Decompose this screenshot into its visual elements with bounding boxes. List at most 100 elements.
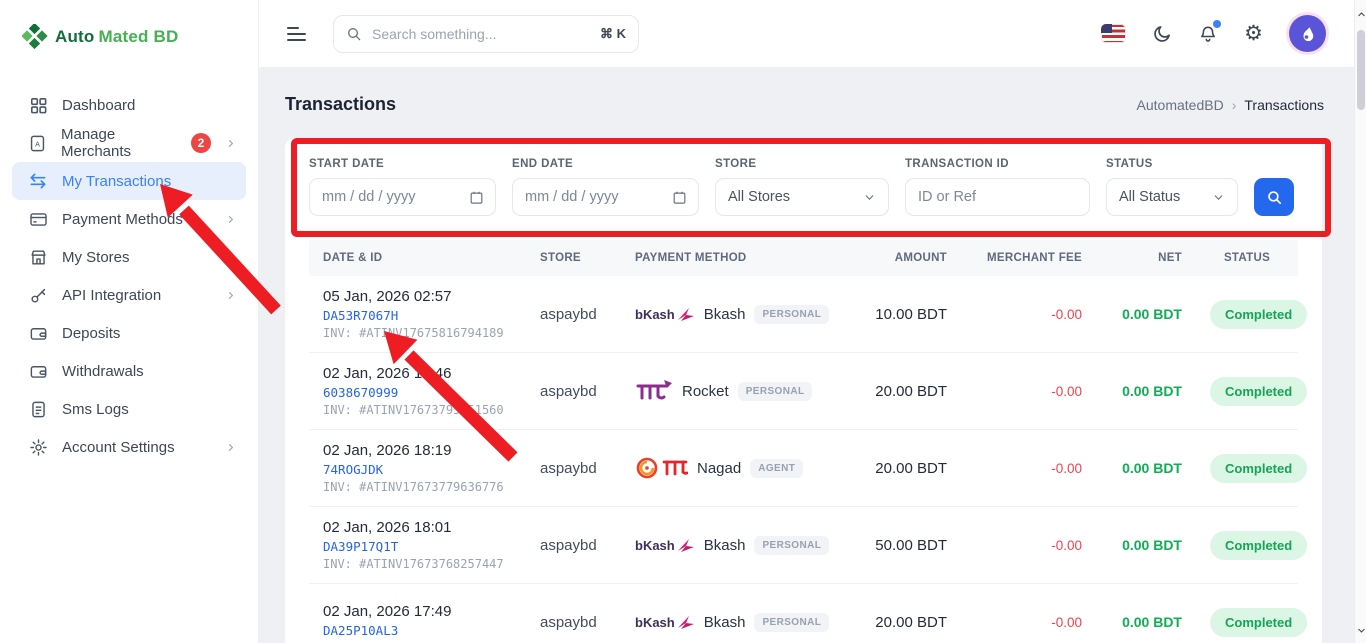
scrollbar-thumb[interactable]: [1357, 30, 1365, 110]
chevron-right-icon: [225, 442, 236, 453]
language-flag-icon[interactable]: [1101, 24, 1126, 43]
notifications-bell-icon[interactable]: [1198, 24, 1218, 44]
transactions-card: START DATE END DATE: [285, 138, 1322, 643]
sidebar-item-payment-methods[interactable]: Payment Methods: [12, 200, 246, 238]
txn-invoice: INV: #ATINV17675816794189: [323, 326, 512, 340]
txn-amount: 10.00 BDT: [861, 306, 961, 323]
method-type-badge: PERSONAL: [754, 613, 829, 632]
txn-invoice: INV: #ATINV17673779636776: [323, 480, 512, 494]
settings-gear-icon[interactable]: ⚙: [1244, 23, 1263, 44]
sidebar-item-label: Deposits: [62, 325, 120, 342]
store-select-value: All Stores: [728, 189, 790, 205]
txn-amount: 50.00 BDT: [861, 537, 961, 554]
txn-fee: -0.00: [961, 538, 1096, 553]
sms-logs-icon: [28, 399, 48, 419]
main-content: Transactions AutomatedBD › Transactions …: [259, 68, 1354, 643]
txn-id-link[interactable]: DA25P10AL3: [323, 623, 512, 638]
sidebar-item-my-stores[interactable]: My Stores: [12, 238, 246, 276]
method-name: Bkash: [704, 614, 746, 631]
filter-bar: START DATE END DATE: [309, 158, 1298, 216]
sidebar-item-api-integration[interactable]: API Integration: [12, 276, 246, 314]
sidebar-item-deposits[interactable]: Deposits: [12, 314, 246, 352]
chevron-right-icon: [225, 214, 236, 225]
sidebar-nav: Dashboard A Manage Merchants 2 My Transa…: [0, 86, 258, 466]
rocket-logo: [635, 379, 673, 403]
transaction-id-input[interactable]: [918, 189, 1077, 205]
user-avatar[interactable]: [1289, 15, 1326, 52]
col-date-id: DATE & ID: [309, 252, 526, 264]
search-input[interactable]: [372, 26, 590, 42]
merchants-icon: A: [28, 133, 47, 153]
chevron-down-icon: [863, 191, 876, 204]
status-select[interactable]: All Status: [1106, 178, 1238, 216]
topbar-actions: ⚙: [1101, 15, 1326, 52]
txn-date: 02 Jan, 2026 18:01: [323, 519, 512, 536]
dark-mode-moon-icon[interactable]: [1152, 24, 1172, 44]
table-row[interactable]: 05 Jan, 2026 02:57 DA53R7067H INV: #ATIN…: [309, 276, 1298, 353]
col-net: NET: [1096, 252, 1196, 264]
txn-id-link[interactable]: DA39P17Q1T: [323, 539, 512, 554]
txn-net: 0.00 BDT: [1096, 383, 1196, 399]
method-name: Nagad: [697, 460, 741, 477]
sidebar-item-label: Sms Logs: [62, 401, 129, 418]
hamburger-menu-icon[interactable]: [287, 27, 309, 41]
deposits-wallet-icon: [28, 323, 48, 343]
merchants-count-badge: 2: [191, 133, 211, 153]
chevron-down-icon: [1212, 191, 1225, 204]
txn-date: 02 Jan, 2026 18:46: [323, 365, 512, 382]
calendar-icon[interactable]: [672, 190, 687, 205]
sidebar-item-manage-merchants[interactable]: A Manage Merchants 2: [12, 124, 246, 162]
sidebar-item-sms-logs[interactable]: Sms Logs: [12, 390, 246, 428]
chevron-right-icon: [225, 290, 236, 301]
end-date-filter: END DATE: [512, 158, 699, 216]
transaction-id-label: TRANSACTION ID: [905, 158, 1090, 170]
nagad-logo: [635, 456, 688, 480]
sidebar-item-my-transactions[interactable]: My Transactions: [12, 162, 246, 200]
end-date-input[interactable]: [525, 189, 686, 205]
sidebar-item-label: Withdrawals: [62, 363, 144, 380]
txn-id-link[interactable]: DA53R7067H: [323, 308, 512, 323]
sidebar: AutoMated BD Dashboard A Manage Merchant…: [0, 0, 259, 643]
withdrawals-wallet-icon: [28, 361, 48, 381]
search-shortcut: ⌘ K: [600, 26, 626, 42]
filter-search-button[interactable]: [1254, 178, 1294, 216]
brand-icon: [22, 24, 48, 50]
settings-gear-icon: [28, 437, 48, 457]
txn-fee: -0.00: [961, 384, 1096, 399]
store-filter: STORE All Stores: [715, 158, 889, 216]
scroll-down-icon[interactable]: [1355, 626, 1366, 635]
calendar-icon[interactable]: [469, 190, 484, 205]
global-search[interactable]: ⌘ K: [333, 15, 639, 53]
col-status: STATUS: [1196, 252, 1298, 264]
txn-invoice: INV: #ATINV17673768257447: [323, 557, 512, 571]
col-store: STORE: [526, 252, 621, 264]
scroll-up-icon[interactable]: [1355, 10, 1366, 19]
sidebar-item-account-settings[interactable]: Account Settings: [12, 428, 246, 466]
table-row[interactable]: 02 Jan, 2026 18:19 74ROGJDK INV: #ATINV1…: [309, 430, 1298, 507]
table-row[interactable]: 02 Jan, 2026 17:49 DA25P10AL3 aspaybd bK…: [309, 584, 1298, 643]
transactions-table: DATE & ID STORE PAYMENT METHOD AMOUNT ME…: [309, 240, 1298, 643]
txn-amount: 20.00 BDT: [861, 614, 961, 631]
txn-store: aspaybd: [526, 306, 621, 323]
txn-id-link[interactable]: 74ROGJDK: [323, 462, 512, 477]
txn-net: 0.00 BDT: [1096, 614, 1196, 630]
store-select[interactable]: All Stores: [715, 178, 889, 216]
txn-store: aspaybd: [526, 614, 621, 631]
txn-id-link[interactable]: 6038670999: [323, 385, 512, 400]
breadcrumb-parent[interactable]: AutomatedBD: [1137, 97, 1224, 113]
sidebar-item-label: Payment Methods: [62, 211, 183, 228]
table-row[interactable]: 02 Jan, 2026 18:46 6038670999 INV: #ATIN…: [309, 353, 1298, 430]
end-date-label: END DATE: [512, 158, 699, 170]
table-row[interactable]: 02 Jan, 2026 18:01 DA39P17Q1T INV: #ATIN…: [309, 507, 1298, 584]
method-name: Bkash: [704, 306, 746, 323]
sidebar-item-dashboard[interactable]: Dashboard: [12, 86, 246, 124]
txn-store: aspaybd: [526, 460, 621, 477]
page-scrollbar[interactable]: [1354, 0, 1366, 643]
sidebar-item-label: My Stores: [62, 249, 130, 266]
status-filter: STATUS All Status: [1106, 158, 1238, 216]
txn-amount: 20.00 BDT: [861, 460, 961, 477]
txn-fee: -0.00: [961, 307, 1096, 322]
start-date-input[interactable]: [322, 189, 483, 205]
sidebar-item-withdrawals[interactable]: Withdrawals: [12, 352, 246, 390]
breadcrumb-current: Transactions: [1244, 97, 1324, 113]
